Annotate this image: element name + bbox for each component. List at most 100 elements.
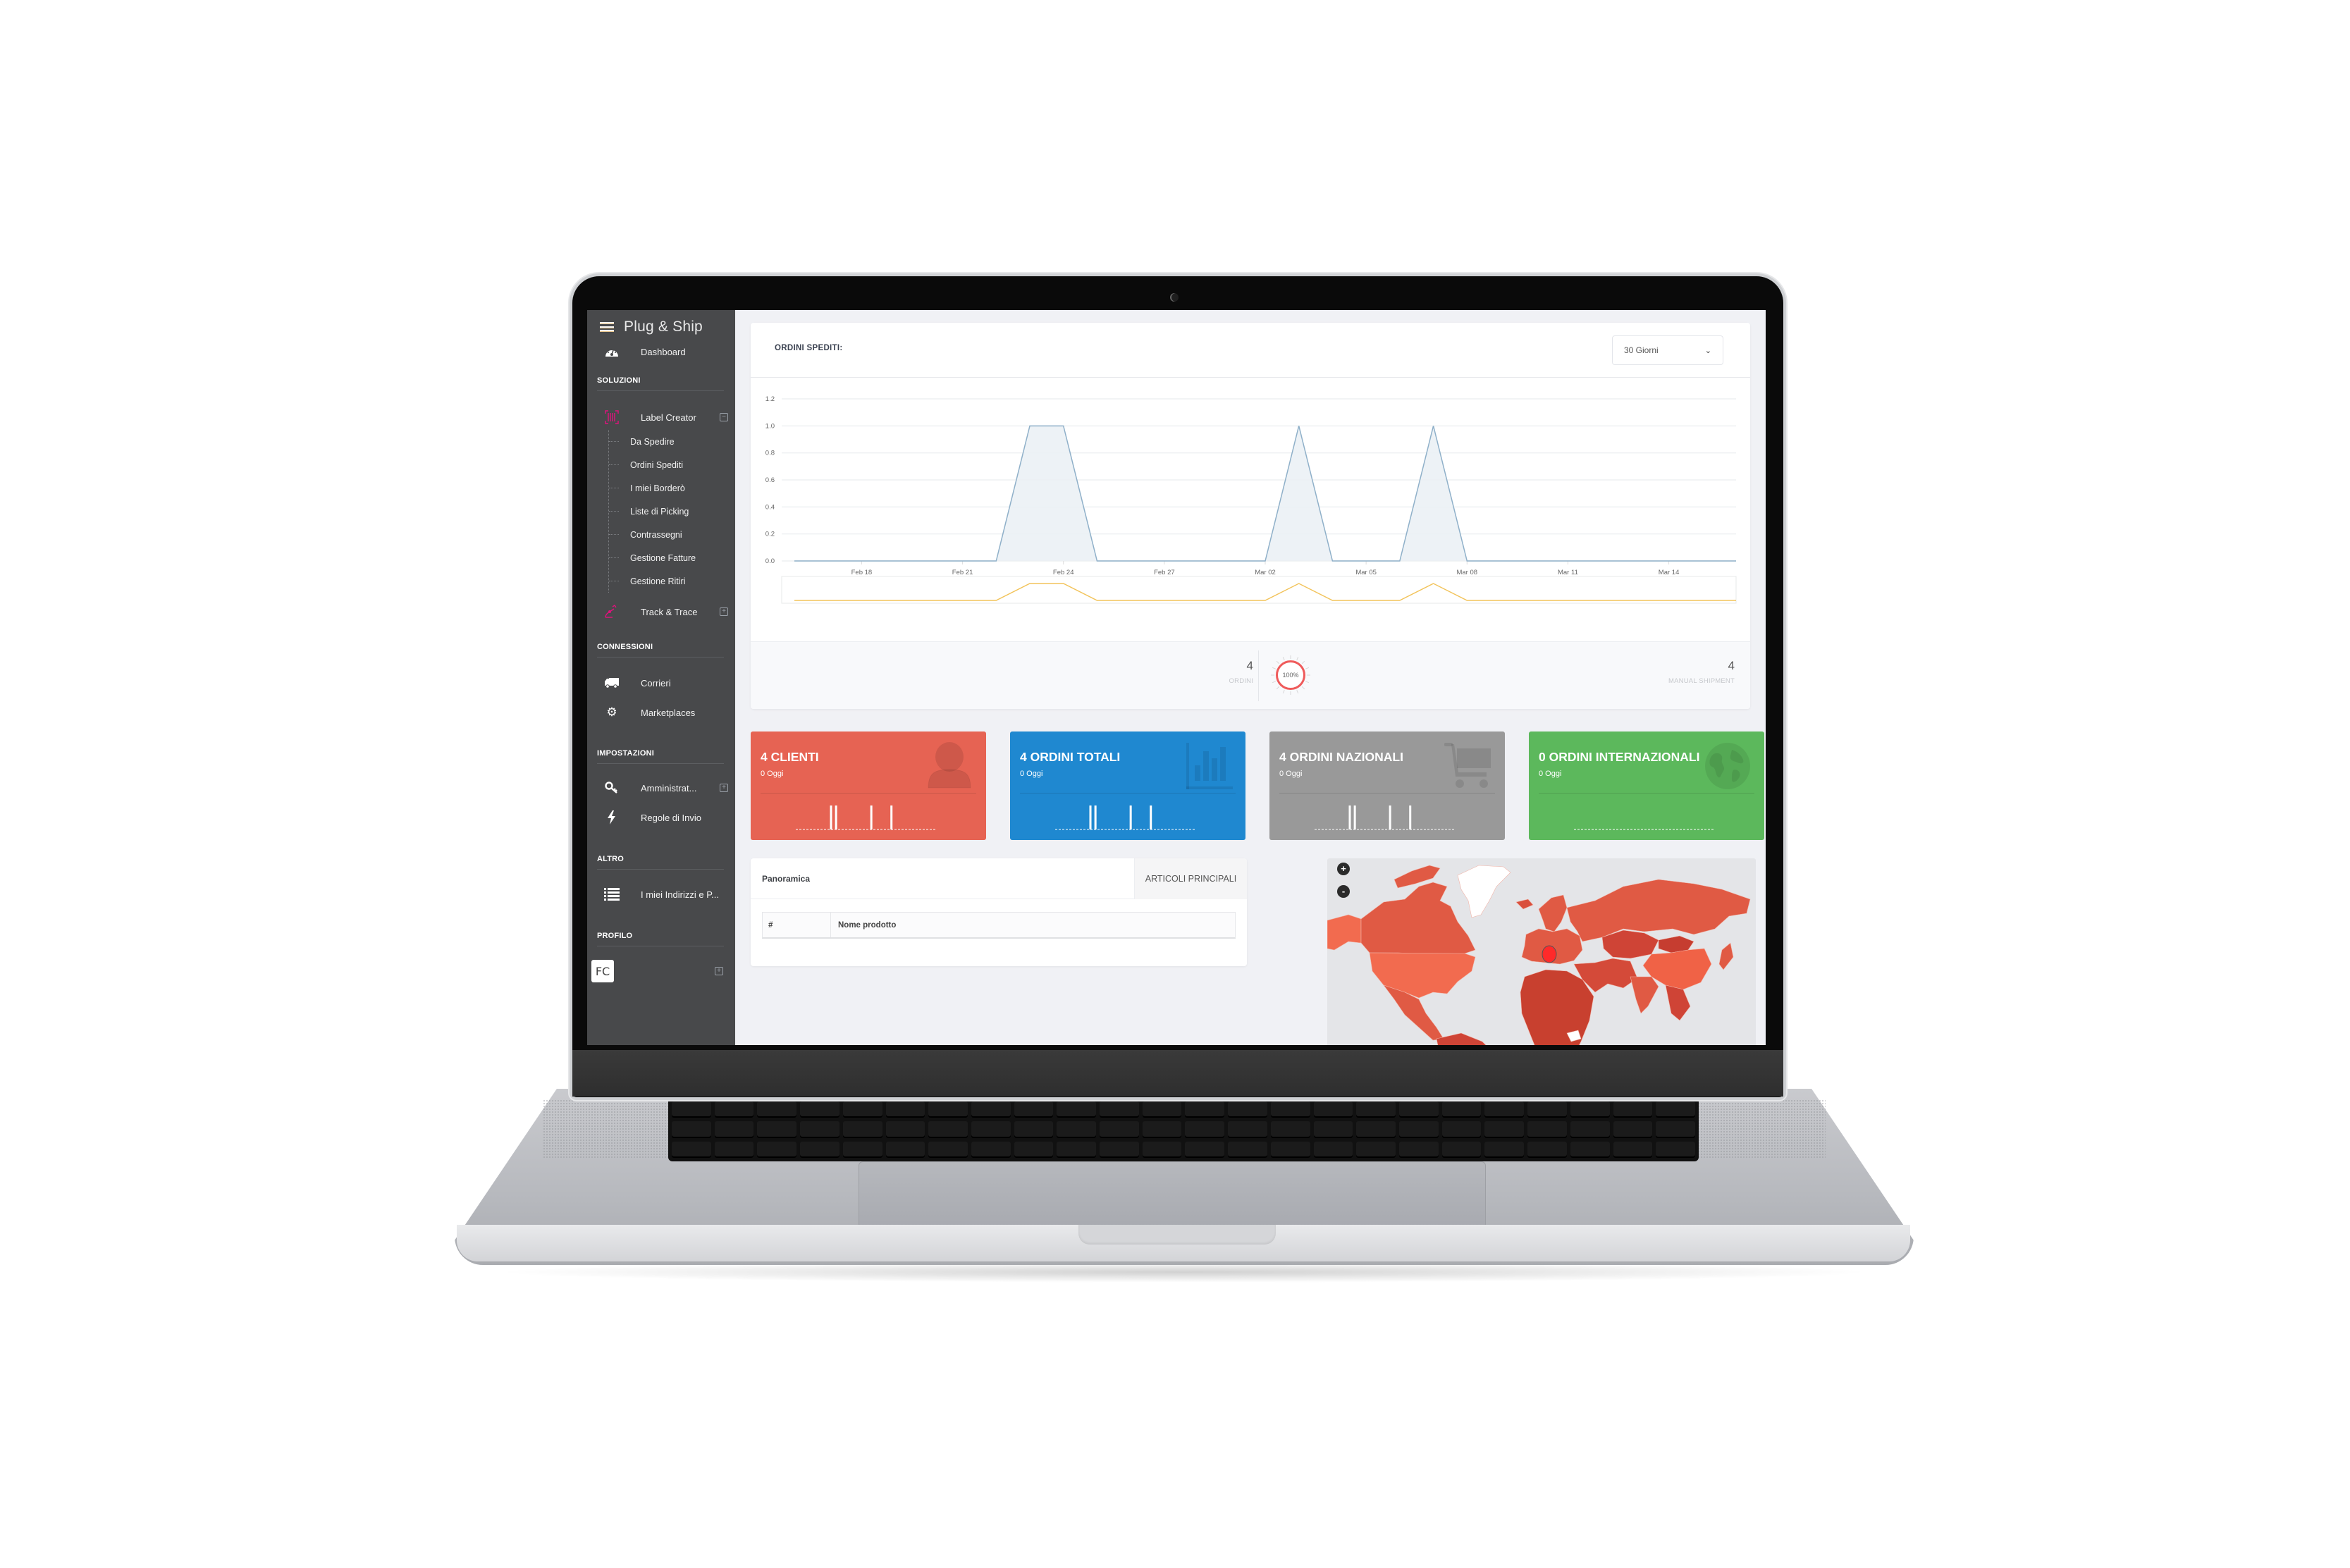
sidebar-item-corrieri[interactable]: Corrieri bbox=[603, 676, 728, 690]
keyboard-key bbox=[672, 1141, 711, 1158]
sidebar-subitem-contrassegni[interactable]: Contrassegni bbox=[609, 523, 728, 546]
keyboard-key bbox=[1142, 1121, 1182, 1138]
sidebar-item-label: Label Creator bbox=[641, 412, 696, 423]
keyboard-key bbox=[672, 1101, 711, 1118]
keyboard-key bbox=[800, 1101, 839, 1118]
brand-name: Plug & Ship bbox=[624, 319, 703, 335]
section-altro: ALTRO bbox=[597, 855, 724, 870]
sidebar-subitem-da-spedire[interactable]: Da Spedire bbox=[609, 430, 728, 453]
tile-ordini-internazionali[interactable]: 0 ORDINI INTERNAZIONALI 0 Oggi bbox=[1529, 731, 1764, 840]
globe-icon bbox=[1705, 743, 1750, 789]
keyboard-key bbox=[1656, 1121, 1695, 1138]
region-japan bbox=[1718, 942, 1734, 970]
sidebar-subitem-gestione-fatture[interactable]: Gestione Fatture bbox=[609, 546, 728, 569]
column-header-index[interactable]: # bbox=[763, 913, 831, 937]
series-line bbox=[794, 425, 1736, 562]
section-impostazioni: IMPOSTAZIONI bbox=[597, 749, 724, 764]
sparkline-bar bbox=[1348, 805, 1351, 829]
sidebar-item-regole-invio[interactable]: Regole di Invio bbox=[603, 810, 728, 825]
x-tick-label: Mar 05 bbox=[1355, 569, 1377, 576]
stat-manual-value: 4 bbox=[1728, 659, 1735, 672]
completion-gauge: 100% bbox=[1270, 655, 1311, 696]
keyboard-key bbox=[1356, 1101, 1396, 1118]
sidebar-subitem-gestione-ritiri[interactable]: Gestione Ritiri bbox=[609, 569, 728, 593]
keyboard-key bbox=[1270, 1141, 1310, 1158]
sidebar-item-marketplaces[interactable]: ⚙ Marketplaces bbox=[603, 705, 728, 720]
gauge-tick bbox=[1282, 690, 1285, 694]
speaker-grille-right bbox=[1678, 1099, 1826, 1159]
gauge-tick bbox=[1296, 690, 1299, 694]
sidebar-item-track-trace[interactable]: Track & Trace + bbox=[603, 605, 728, 619]
keyboard-key bbox=[971, 1141, 1011, 1158]
sidebar-item-label-creator[interactable]: Label Creator − bbox=[603, 410, 728, 424]
keyboard-key bbox=[1441, 1101, 1482, 1118]
gauge-tick bbox=[1301, 660, 1305, 665]
y-tick-label: 0.8 bbox=[765, 450, 775, 457]
laptop-mockup: Plug & Ship Dashboard SOLUZIONI Label Cr… bbox=[0, 0, 2350, 1568]
laptop-chin bbox=[572, 1050, 1783, 1097]
sidebar-item-label: Regole di Invio bbox=[641, 812, 701, 823]
tile-clienti[interactable]: 4 CLIENTI 0 Oggi bbox=[751, 731, 986, 840]
region-south-america bbox=[1436, 1032, 1487, 1045]
keyboard-key bbox=[1441, 1121, 1482, 1138]
range-select[interactable]: 30 Giorni ⌄ bbox=[1612, 335, 1723, 365]
sidebar-subitem-liste-picking[interactable]: Liste di Picking bbox=[609, 500, 728, 523]
keyboard-key bbox=[1228, 1101, 1267, 1118]
expand-toggle-icon[interactable]: + bbox=[720, 607, 728, 616]
range-select-value: 30 Giorni bbox=[1624, 345, 1659, 355]
keyboard-key bbox=[1142, 1141, 1182, 1158]
keyboard-key bbox=[1313, 1141, 1353, 1158]
keyboard-key bbox=[757, 1121, 797, 1138]
stats-divider bbox=[1258, 650, 1259, 701]
gauge-value: 100% bbox=[1276, 660, 1305, 690]
keyboard-key bbox=[971, 1101, 1011, 1118]
sidebar-item-dashboard[interactable]: Dashboard bbox=[603, 345, 728, 359]
keyboard-key bbox=[1613, 1121, 1653, 1138]
keyboard-key bbox=[1527, 1121, 1567, 1138]
keyboard-key bbox=[1527, 1141, 1567, 1158]
keyboard-key bbox=[1142, 1101, 1182, 1118]
sidebar-item-amministrazione[interactable]: Amministrat... + bbox=[603, 781, 728, 795]
avatar[interactable]: FC bbox=[591, 960, 614, 982]
tile-sparkline bbox=[1055, 805, 1196, 830]
sidebar-subitem-ordini-spediti[interactable]: Ordini Spediti bbox=[609, 453, 728, 476]
keyboard-key bbox=[1399, 1141, 1439, 1158]
world-map[interactable]: + - bbox=[1327, 858, 1756, 1045]
tile-ordini-totali[interactable]: 4 ORDINI TOTALI 0 Oggi bbox=[1010, 731, 1245, 840]
keyboard-key bbox=[1399, 1101, 1439, 1118]
sidebar-item-label: Dashboard bbox=[641, 346, 686, 357]
orders-chart-card: ORDINI SPEDITI: 30 Giorni ⌄ 0.0 0.2 0.4 0.6… bbox=[751, 323, 1750, 709]
tab-articoli-principali[interactable]: ARTICOLI PRINCIPALI bbox=[1134, 858, 1247, 899]
keyboard-key bbox=[1185, 1121, 1225, 1138]
sparkline-bar bbox=[1353, 805, 1356, 829]
user-icon bbox=[928, 742, 971, 789]
expand-toggle-icon[interactable]: + bbox=[715, 967, 723, 975]
orders-area-chart: 0.0 0.2 0.4 0.6 0.8 1.0 1.2 Feb 18 Feb 21 Feb 24 F… bbox=[765, 395, 1737, 604]
keyboard-key bbox=[1270, 1121, 1310, 1138]
keyboard-key bbox=[1570, 1141, 1610, 1158]
region-iceland bbox=[1515, 899, 1534, 910]
collapse-toggle-icon[interactable]: − bbox=[720, 413, 728, 421]
keyboard-key bbox=[1613, 1141, 1653, 1158]
gauge-tick bbox=[1305, 681, 1310, 684]
sidebar-item-indirizzi[interactable]: I miei Indirizzi e P... bbox=[603, 887, 728, 901]
products-table-header: # Nome prodotto bbox=[762, 912, 1236, 939]
column-header-product-name[interactable]: Nome prodotto bbox=[831, 913, 1235, 937]
x-tick-label: Feb 27 bbox=[1154, 569, 1175, 576]
expand-toggle-icon[interactable]: + bbox=[720, 784, 728, 792]
tile-sparkline bbox=[1574, 829, 1715, 830]
route-icon bbox=[603, 605, 621, 619]
keyboard-key bbox=[885, 1101, 925, 1118]
keyboard-key bbox=[1313, 1101, 1353, 1118]
navigator-frame bbox=[781, 576, 1737, 604]
sidebar-subitem-bordero[interactable]: I miei Borderò bbox=[609, 476, 728, 500]
keyboard-key bbox=[800, 1141, 839, 1158]
y-tick-label: 0.0 bbox=[765, 557, 775, 565]
tile-ordini-nazionali[interactable]: 4 ORDINI NAZIONALI 0 Oggi bbox=[1269, 731, 1505, 840]
hamburger-menu-icon[interactable] bbox=[600, 322, 614, 332]
x-tick-label: Mar 11 bbox=[1558, 569, 1578, 576]
screen: Plug & Ship Dashboard SOLUZIONI Label Cr… bbox=[587, 310, 1766, 1045]
region-alaska bbox=[1327, 914, 1362, 951]
keyboard-key bbox=[1100, 1141, 1139, 1158]
keyboard-key bbox=[1484, 1141, 1525, 1158]
